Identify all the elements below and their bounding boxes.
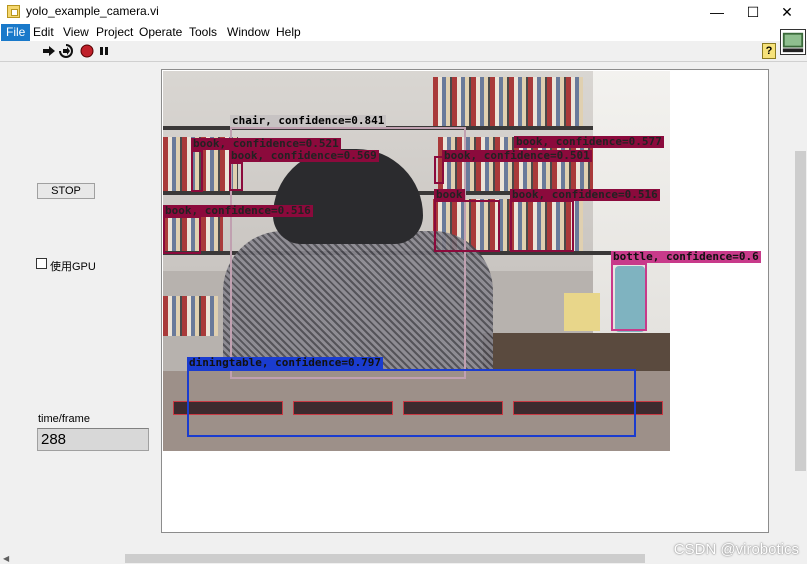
detection-box-book (163, 216, 201, 254)
close-button[interactable]: ✕ (767, 0, 807, 24)
vi-connector-icon[interactable] (780, 29, 806, 55)
detection-label-book: book, confidence=0.577 (514, 135, 664, 148)
detection-box-bottle (611, 263, 647, 331)
stop-button[interactable]: STOP (37, 183, 95, 199)
scroll-left-icon[interactable]: ◀ (3, 554, 9, 563)
vertical-scrollbar[interactable] (794, 63, 807, 553)
horizontal-scroll-thumb[interactable] (125, 554, 645, 563)
toolbar: ? (0, 41, 807, 62)
desk-surface (483, 333, 670, 373)
run-arrow-icon[interactable] (42, 44, 56, 58)
watermark: CSDN @virobotics (673, 541, 799, 558)
gpu-checkbox[interactable] (36, 258, 47, 269)
image-display[interactable]: chair, confidence=0.841 book, confidence… (161, 69, 769, 533)
vi-file-icon (7, 5, 20, 18)
time-frame-label: time/frame (38, 413, 90, 425)
window-title: yolo_example_camera.vi (26, 4, 159, 18)
menu-bar: File Edit View Project Operate Tools Win… (0, 24, 807, 41)
detection-box-book (191, 150, 203, 192)
context-help-button[interactable]: ? (762, 43, 776, 59)
detection-box-book (510, 200, 574, 252)
detection-label-chair: chair, confidence=0.841 (230, 114, 387, 127)
menu-file[interactable]: File (1, 24, 31, 41)
detection-label-book: book, confidence=0.569 (229, 149, 379, 162)
menu-project[interactable]: Project (91, 24, 138, 41)
books-on-shelf (163, 296, 218, 336)
detection-label-book: book, confidence=0.516 (163, 204, 313, 217)
detection-box-diningtable (187, 369, 636, 437)
title-bar: yolo_example_camera.vi — ☐ ✕ (0, 0, 807, 24)
menu-window[interactable]: Window (222, 24, 275, 41)
detection-label-book: book (434, 188, 465, 201)
detection-label-book: book, confidence=0.516 (510, 188, 660, 201)
menu-view[interactable]: View (58, 24, 94, 41)
menu-tools[interactable]: Tools (184, 24, 222, 41)
menu-help[interactable]: Help (271, 24, 306, 41)
detection-label-diningtable: diningtable, confidence=0.797 (187, 356, 384, 369)
minimize-button[interactable]: — (697, 0, 737, 24)
pause-icon[interactable] (97, 44, 111, 58)
books-on-shelf (433, 77, 583, 126)
labview-window: yolo_example_camera.vi — ☐ ✕ File Edit V… (0, 0, 807, 564)
menu-edit[interactable]: Edit (28, 24, 59, 41)
detection-label-book: book, confidence=0.501 (442, 149, 592, 162)
abort-icon[interactable] (80, 44, 94, 58)
time-frame-indicator: 288 (37, 428, 149, 451)
detection-box-chair (230, 127, 466, 379)
detection-box-book (229, 162, 243, 191)
vertical-scroll-thumb[interactable] (795, 151, 806, 471)
detection-box-book (434, 200, 500, 252)
detection-label-bottle: bottle, confidence=0.6 (611, 250, 761, 263)
jar-object (564, 293, 600, 331)
gpu-checkbox-label: 使用GPU (50, 261, 96, 273)
menu-operate[interactable]: Operate (134, 24, 187, 41)
run-continuously-icon[interactable] (59, 44, 73, 58)
